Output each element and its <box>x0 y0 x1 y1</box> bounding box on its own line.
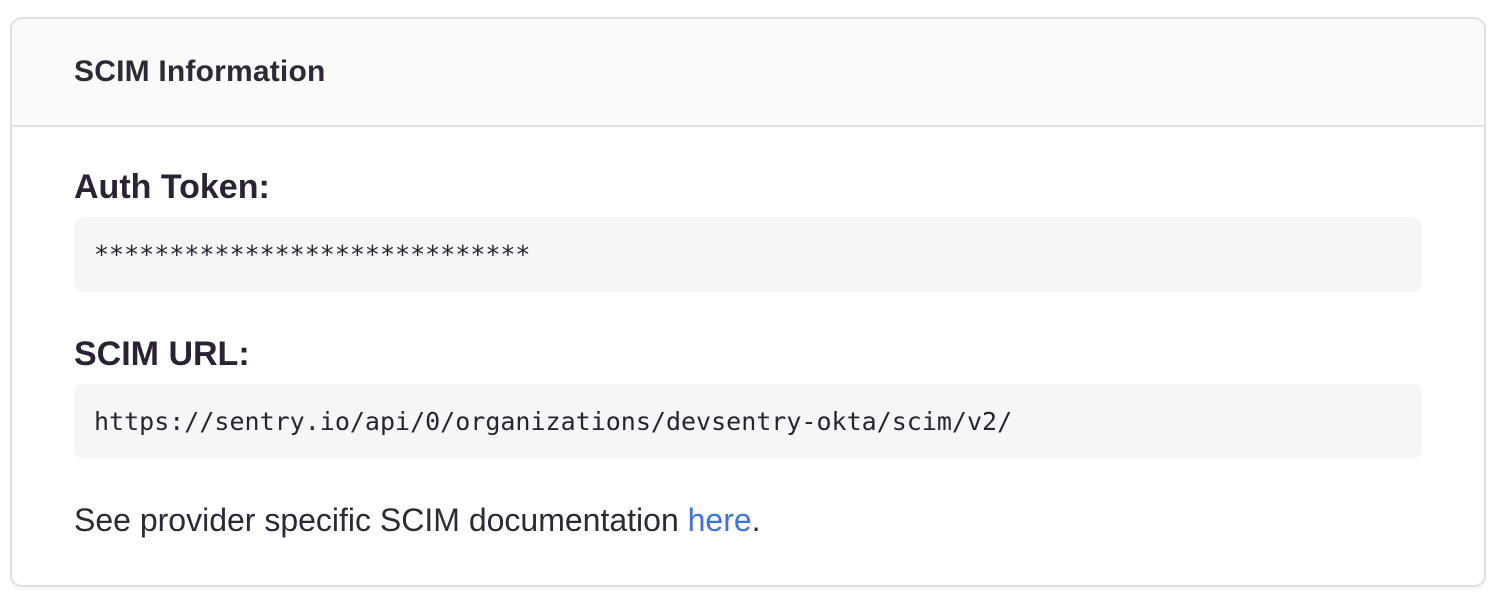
panel-title: SCIM Information <box>74 55 326 89</box>
footer-note-period: . <box>752 502 761 538</box>
footer-note: See provider specific SCIM documentation… <box>74 501 1422 539</box>
scim-url-value: https://sentry.io/api/0/organizations/de… <box>74 384 1422 459</box>
auth-token-field-group: Auth Token: ****************************… <box>74 167 1422 292</box>
auth-token-label: Auth Token: <box>74 167 1422 207</box>
scim-url-label: SCIM URL: <box>74 334 1422 374</box>
panel-body: Auth Token: ****************************… <box>12 127 1484 585</box>
scim-url-field-group: SCIM URL: https://sentry.io/api/0/organi… <box>74 334 1422 459</box>
auth-token-value: ***************************** <box>74 217 1422 292</box>
scim-documentation-link[interactable]: here <box>688 502 752 538</box>
scim-information-panel: SCIM Information Auth Token: ***********… <box>10 17 1486 587</box>
panel-header: SCIM Information <box>12 19 1484 127</box>
footer-note-text: See provider specific SCIM documentation <box>74 502 688 538</box>
